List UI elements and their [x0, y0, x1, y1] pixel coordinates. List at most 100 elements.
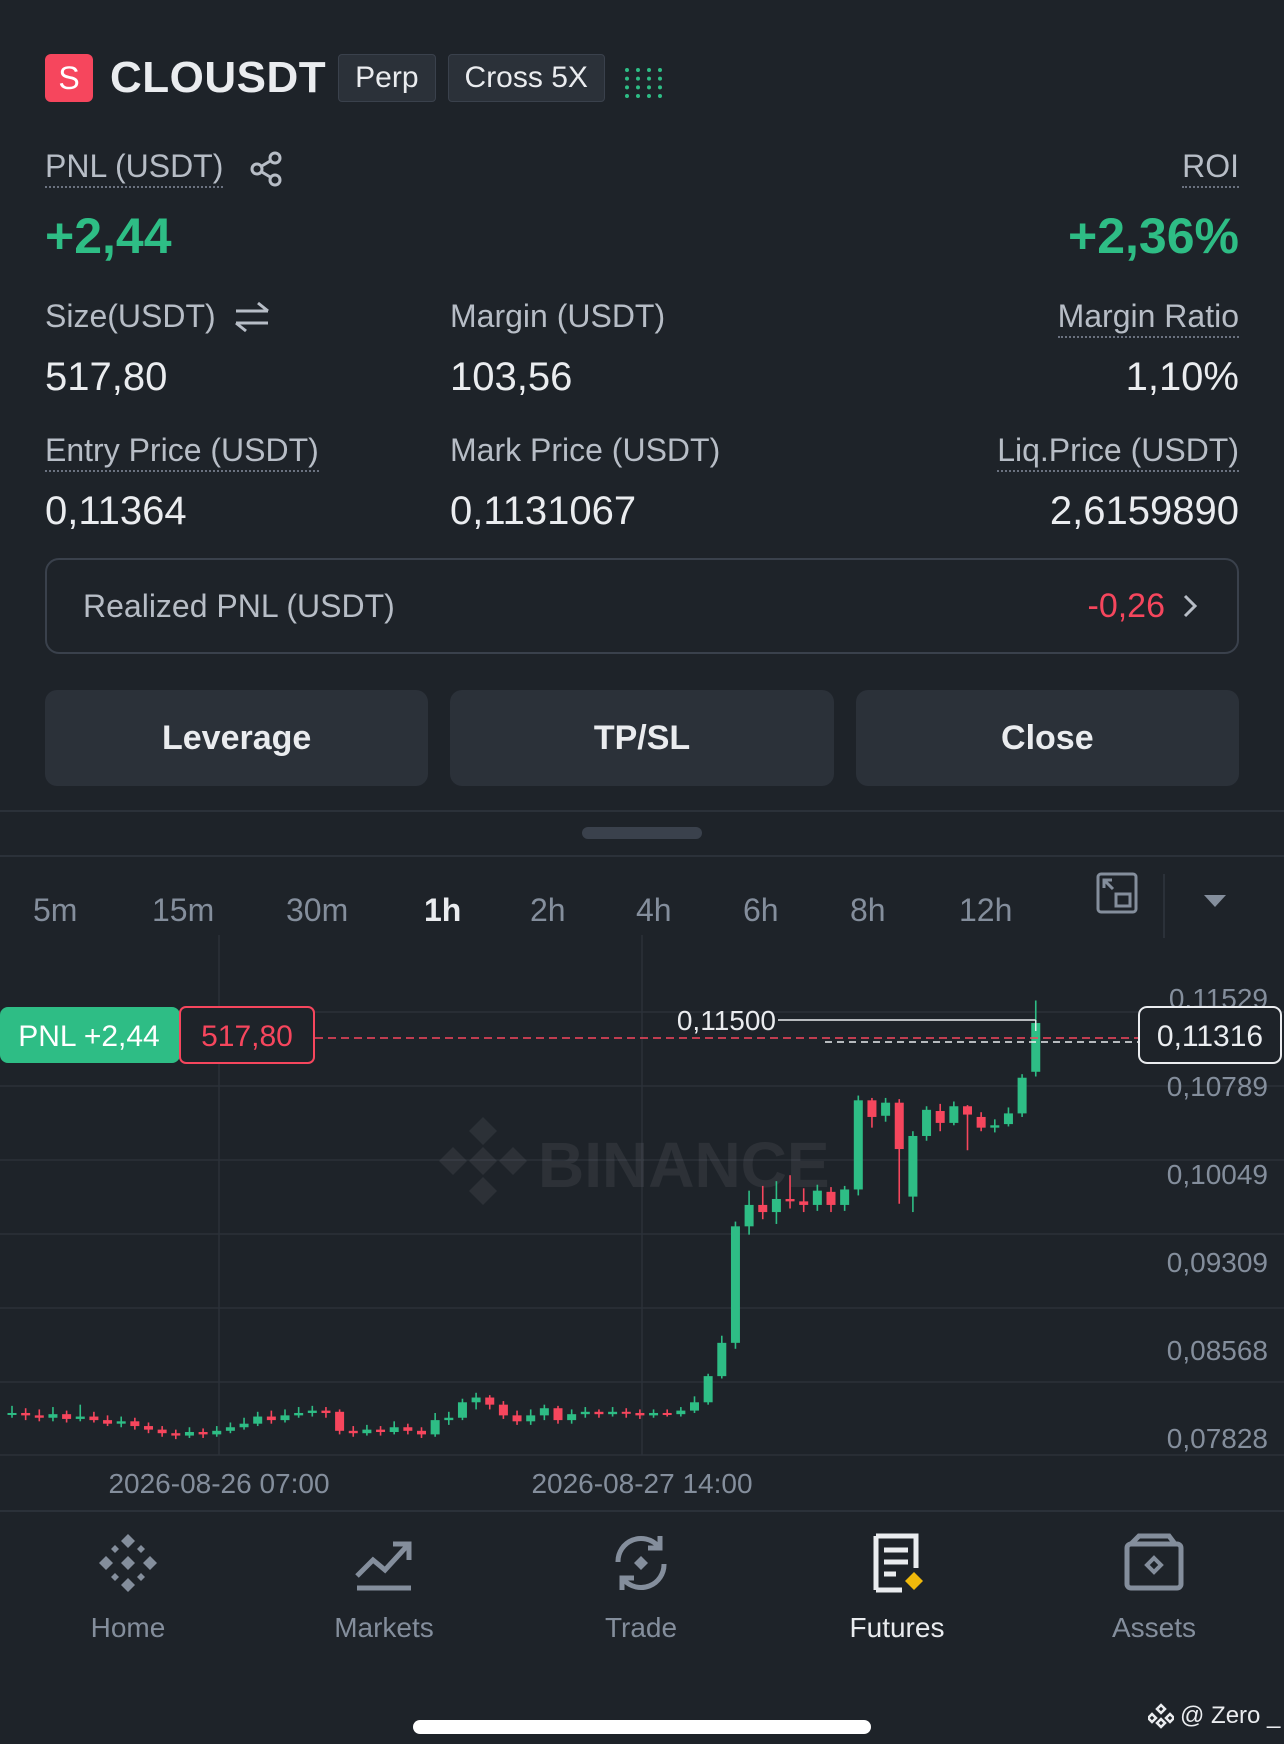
liq-price-label[interactable]: Liq.Price (USDT)	[997, 432, 1239, 472]
candle	[171, 1433, 181, 1436]
tab-15m[interactable]: 15m	[152, 892, 214, 929]
candle	[812, 1190, 822, 1205]
tab-8h[interactable]: 8h	[850, 892, 886, 929]
nav-trade-label: Trade	[604, 1612, 678, 1643]
candle	[730, 1226, 740, 1343]
candle	[826, 1191, 836, 1205]
y-axis-label: 0,09309	[1167, 1247, 1268, 1278]
home-indicator[interactable]	[413, 1720, 871, 1734]
symbol-title[interactable]: CLOUSDT	[110, 53, 326, 103]
share-icon[interactable]	[248, 150, 284, 188]
roi-label-row: ROI	[1182, 148, 1239, 188]
tab-4h[interactable]: 4h	[636, 892, 672, 929]
tab-5m[interactable]: 5m	[33, 892, 77, 929]
watermark-text: @ Zero _	[1180, 1702, 1281, 1729]
candle	[922, 1109, 932, 1136]
tab-2h[interactable]: 2h	[530, 892, 566, 929]
candle	[485, 1397, 495, 1405]
candle	[539, 1408, 549, 1416]
binance-logo-icon	[1148, 1703, 1174, 1729]
author-watermark: @ Zero _	[1148, 1702, 1280, 1730]
swap-icon[interactable]	[232, 300, 272, 334]
candle	[184, 1432, 194, 1436]
realized-pnl-row[interactable]: Realized PNL (USDT) -0,26	[45, 558, 1239, 654]
symbol-badge: S	[45, 54, 93, 102]
candle	[758, 1204, 768, 1213]
margin-value: 103,56	[450, 355, 573, 399]
x-axis-label: 2026-08-27 14:00	[531, 1468, 752, 1495]
pnl-label[interactable]: PNL (USDT)	[45, 148, 224, 188]
candle	[21, 1412, 31, 1416]
candle	[266, 1416, 276, 1421]
tab-12h[interactable]: 12h	[959, 892, 1012, 929]
candle	[198, 1432, 208, 1435]
mark-price-label: Mark Price (USDT)	[450, 432, 721, 468]
margin-ratio-label[interactable]: Margin Ratio	[1057, 298, 1239, 338]
entry-price-label[interactable]: Entry Price (USDT)	[45, 432, 319, 472]
pnl-value: +2,44	[45, 208, 172, 264]
candle	[376, 1429, 386, 1433]
price-chart[interactable]: BINANCE0,115290,107890,100490,093090,085…	[0, 935, 1284, 1495]
section-divider	[0, 810, 1284, 812]
liq-label-row: Liq.Price (USDT)	[997, 432, 1239, 472]
candle	[935, 1111, 945, 1123]
entry-price-value: 0,11364	[45, 489, 187, 533]
y-axis-label: 0,10789	[1167, 1071, 1268, 1102]
nav-divider	[0, 1510, 1284, 1512]
candle	[75, 1416, 85, 1419]
nav-markets-label: Markets	[334, 1612, 434, 1643]
nav-assets-label: Assets	[1111, 1612, 1197, 1643]
margin-mode-tag[interactable]: Cross 5X	[447, 54, 605, 102]
fullscreen-chart-icon[interactable]	[1096, 872, 1138, 914]
trade-icon	[615, 1536, 667, 1590]
tab-30m[interactable]: 30m	[286, 892, 348, 929]
tab-6h[interactable]: 6h	[743, 892, 779, 929]
candle	[157, 1429, 167, 1434]
candle	[225, 1427, 235, 1431]
current-price-label: 0,11316	[1157, 1020, 1263, 1053]
candle	[430, 1420, 440, 1435]
realized-pnl-value: -0,26	[1087, 586, 1166, 625]
nav-trade[interactable]: Trade	[513, 1532, 769, 1644]
tpsl-button[interactable]: TP/SL	[450, 690, 834, 786]
tab-1h[interactable]: 1h	[424, 892, 461, 929]
nav-futures[interactable]: Futures	[769, 1532, 1025, 1644]
candle	[867, 1100, 877, 1117]
drag-handle[interactable]	[582, 827, 702, 839]
size-label: Size(USDT)	[45, 298, 216, 334]
candle	[717, 1342, 727, 1377]
roi-label[interactable]: ROI	[1182, 148, 1239, 188]
candle	[294, 1412, 304, 1416]
nav-home[interactable]: Home	[0, 1532, 256, 1644]
candle	[990, 1125, 1000, 1128]
candle	[417, 1430, 426, 1435]
binance-watermark-icon	[439, 1117, 527, 1205]
mark-price-value: 0,1131067	[450, 489, 637, 533]
candle	[963, 1106, 972, 1115]
candle	[48, 1414, 58, 1418]
tab-separator	[1163, 874, 1165, 938]
candle	[785, 1198, 795, 1202]
realized-pnl-label: Realized PNL (USDT)	[83, 587, 395, 624]
size-value: 517,80	[45, 355, 168, 399]
candle	[853, 1100, 863, 1190]
candle	[621, 1411, 631, 1414]
x-axis-label: 2026-08-26 07:00	[108, 1468, 329, 1495]
candle	[103, 1420, 113, 1424]
pnl-tag-label: PNL +2,44	[18, 1020, 160, 1053]
candle	[34, 1415, 44, 1418]
candle	[594, 1411, 604, 1415]
chevron-down-icon[interactable]	[1202, 892, 1228, 910]
chevron-right-icon	[1183, 594, 1198, 618]
close-button[interactable]: Close	[855, 690, 1239, 786]
wallet-icon	[1124, 1533, 1184, 1591]
candle	[144, 1426, 153, 1430]
candle	[567, 1414, 577, 1421]
nav-markets[interactable]: Markets	[256, 1532, 512, 1644]
pnl-label-row: PNL (USDT)	[45, 148, 284, 188]
candle	[512, 1415, 522, 1422]
leverage-button[interactable]: Leverage	[45, 690, 429, 786]
nav-assets[interactable]: Assets	[1026, 1532, 1282, 1644]
futures-icon	[873, 1533, 923, 1593]
candle	[280, 1415, 290, 1421]
